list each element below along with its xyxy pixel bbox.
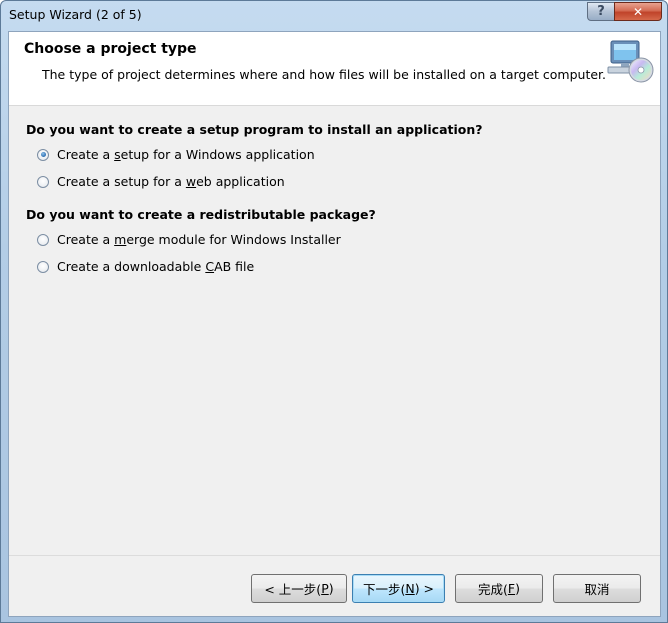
wizard-header: Choose a project type The type of projec…	[9, 32, 660, 106]
setup-wizard-window: Setup Wizard (2 of 5) ? ✕ Choose a proje…	[0, 0, 668, 623]
option-label: Create a downloadable CAB file	[57, 259, 255, 274]
option-label: Create a merge module for Windows Instal…	[57, 232, 341, 247]
next-button[interactable]: 下一步(N) >	[352, 574, 445, 603]
close-button[interactable]: ✕	[614, 2, 662, 21]
radio-windows-application[interactable]	[37, 148, 49, 161]
help-icon: ?	[597, 4, 605, 19]
computer-cd-icon	[605, 39, 655, 85]
page-title: Choose a project type	[24, 41, 197, 57]
radio-cab-file[interactable]	[37, 260, 49, 273]
finish-button[interactable]: 完成(F)	[455, 574, 543, 603]
close-icon: ✕	[632, 4, 644, 19]
application-question: Do you want to create a setup program to…	[26, 122, 483, 137]
wizard-client-area: Choose a project type The type of projec…	[8, 31, 661, 617]
option-cab-file[interactable]: Create a downloadable CAB file	[37, 259, 254, 274]
option-merge-module[interactable]: Create a merge module for Windows Instal…	[37, 232, 341, 247]
page-description: The type of project determines where and…	[42, 67, 607, 82]
radio-merge-module[interactable]	[37, 233, 49, 246]
footer-separator	[9, 555, 660, 556]
option-label: Create a setup for a Windows application	[57, 147, 315, 162]
redistributable-question: Do you want to create a redistributable …	[26, 207, 376, 222]
option-windows-application[interactable]: Create a setup for a Windows application	[37, 147, 315, 162]
help-button[interactable]: ?	[587, 2, 615, 21]
title-bar[interactable]: Setup Wizard (2 of 5) ? ✕	[1, 1, 667, 31]
window-title: Setup Wizard (2 of 5)	[9, 7, 142, 22]
back-button[interactable]: < 上一步(P)	[251, 574, 347, 603]
option-label: Create a setup for a web application	[57, 174, 285, 189]
radio-web-application[interactable]	[37, 175, 49, 188]
option-web-application[interactable]: Create a setup for a web application	[37, 174, 285, 189]
cancel-button[interactable]: 取消	[553, 574, 641, 603]
